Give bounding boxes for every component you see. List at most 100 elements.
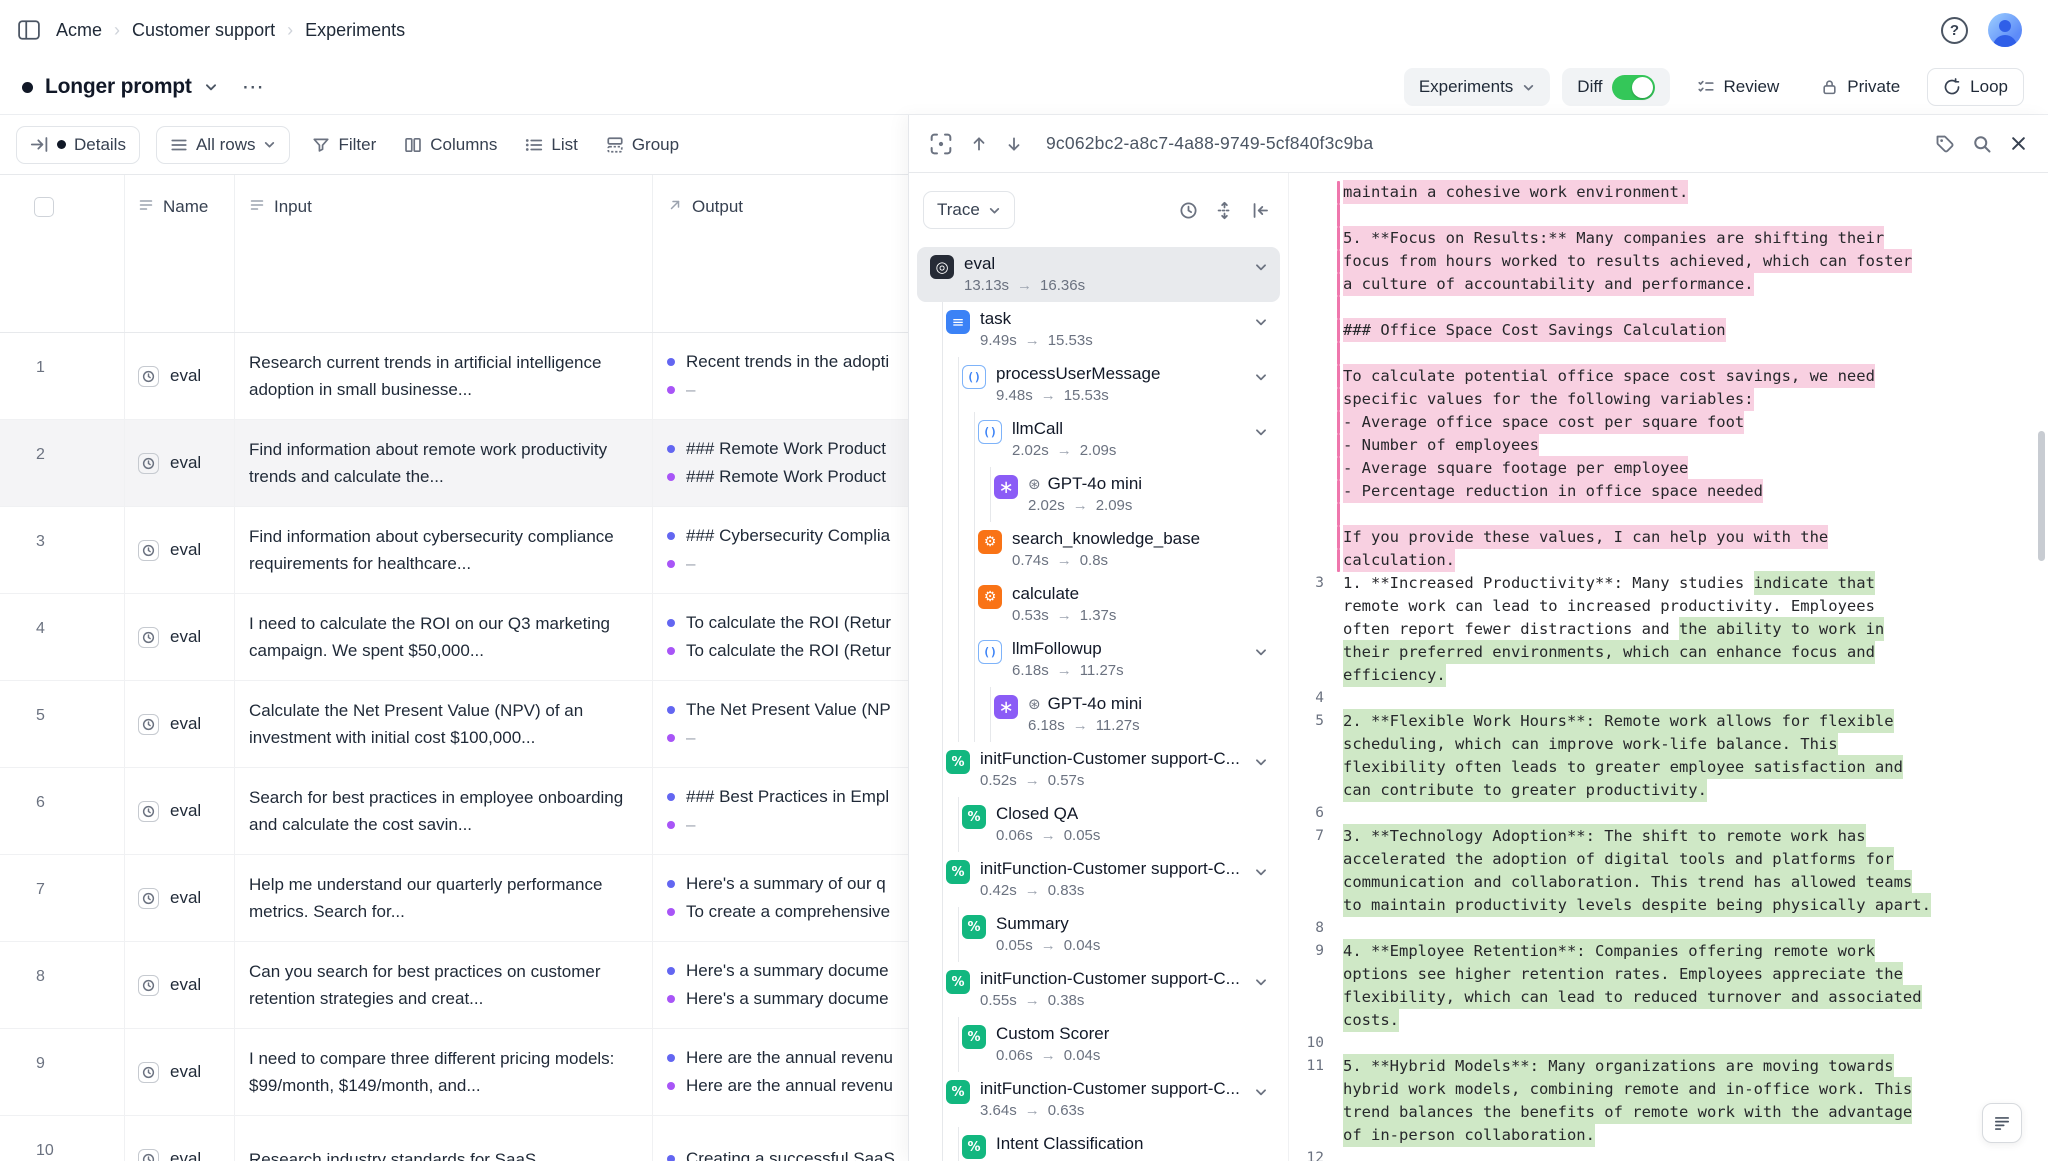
prev-row-button[interactable] <box>970 135 988 153</box>
trace-node[interactable]: ⚙ ⊛ search_knowledge_base 0.74s→0.8s <box>917 522 1280 577</box>
filter-button[interactable]: Filter <box>306 126 382 164</box>
trace-node[interactable]: % ⊛ Intent Classification → <box>917 1127 1280 1161</box>
help-button[interactable]: ? <box>1941 17 1968 44</box>
experiments-dropdown[interactable]: Experiments <box>1404 68 1550 106</box>
all-rows-dropdown[interactable]: All rows <box>156 126 291 164</box>
trace-node[interactable]: % ⊛ Closed QA 0.06s→0.05s <box>917 797 1280 852</box>
select-all-checkbox[interactable] <box>34 197 54 217</box>
breadcrumb-org[interactable]: Acme <box>56 20 102 41</box>
table-row[interactable]: 1 eval Research current trends in artifi… <box>0 333 908 420</box>
column-header-name[interactable]: Name <box>125 175 235 332</box>
diff-code: 3. **Technology Adoption**: The shift to… <box>1340 825 1866 848</box>
view-options-button[interactable] <box>1982 1103 2022 1143</box>
table-row[interactable]: 2 eval Find information about remote wor… <box>0 420 908 507</box>
chevron-down-icon[interactable] <box>1254 645 1268 659</box>
table-row[interactable]: 6 eval Search for best practices in empl… <box>0 768 908 855</box>
output-bullet <box>667 1054 675 1062</box>
chevron-down-icon[interactable] <box>204 80 218 94</box>
search-button[interactable] <box>1972 134 1992 154</box>
table-row[interactable]: 10 eval Research industry standards for … <box>0 1116 908 1161</box>
trace-node[interactable]: () ⊛ processUserMessage 9.48s→15.53s <box>917 357 1280 412</box>
line-number: 4 <box>1289 687 1337 710</box>
output-text: Here are the annual revenu <box>686 1076 893 1096</box>
trace-node[interactable]: ⚙ ⊛ calculate 0.53s→1.37s <box>917 577 1280 632</box>
tag-button[interactable] <box>1935 134 1955 154</box>
details-button[interactable]: Details <box>16 126 140 164</box>
table-row[interactable]: 5 eval Calculate the Net Present Value (… <box>0 681 908 768</box>
diff-line: 8 <box>1289 917 2048 940</box>
trace-node[interactable]: () ⊛ llmFollowup 6.18s→11.27s <box>917 632 1280 687</box>
next-row-button[interactable] <box>1005 135 1023 153</box>
more-actions-button[interactable]: ⋯ <box>242 74 264 100</box>
loop-label: Loop <box>1970 77 2008 97</box>
eval-icon <box>138 627 159 648</box>
diff-code <box>1340 503 1343 526</box>
sidebar-toggle-button[interactable] <box>18 20 40 40</box>
expand-all-button[interactable] <box>1215 201 1234 220</box>
row-number: 1 <box>0 333 125 419</box>
trace-node[interactable]: % ⊛ Summary 0.05s→0.04s <box>917 907 1280 962</box>
timing-button[interactable] <box>1179 201 1198 220</box>
table-row[interactable]: 8 eval Can you search for best practices… <box>0 942 908 1029</box>
row-name: eval <box>170 975 201 995</box>
group-button[interactable]: Group <box>600 126 685 164</box>
diff-code: calculation. <box>1340 549 1455 572</box>
row-name: eval <box>170 1062 201 1082</box>
chevron-down-icon[interactable] <box>1254 260 1268 274</box>
avatar[interactable] <box>1988 13 2022 47</box>
trace-node[interactable]: ∗ ⊛ GPT-4o mini 6.18s→11.27s <box>917 687 1280 742</box>
diff-code <box>1340 296 1343 319</box>
table-row[interactable]: 9 eval I need to compare three different… <box>0 1029 908 1116</box>
trace-node[interactable]: % ⊛ Custom Scorer 0.06s→0.04s <box>917 1017 1280 1072</box>
diff-toggle[interactable] <box>1612 75 1655 100</box>
line-number: 5 <box>1289 710 1337 733</box>
diff-line: remote work can lead to increased produc… <box>1289 595 2048 618</box>
table-row[interactable]: 3 eval Find information about cybersecur… <box>0 507 908 594</box>
collapse-all-button[interactable] <box>1251 201 1270 220</box>
scrollbar-thumb[interactable] <box>2038 431 2045 561</box>
trace-node[interactable]: % ⊛ initFunction-Customer support-C... 0… <box>917 742 1280 797</box>
breadcrumb-page[interactable]: Experiments <box>305 20 405 41</box>
output-line: – <box>667 554 890 574</box>
list-button[interactable]: List <box>519 126 583 164</box>
row-input: Can you search for best practices on cus… <box>249 958 630 1012</box>
trace-node[interactable]: % ⊛ initFunction-Customer support-C... 0… <box>917 962 1280 1017</box>
trace-node[interactable]: % ⊛ initFunction-Customer support-C... 0… <box>917 852 1280 907</box>
columns-button[interactable]: Columns <box>398 126 503 164</box>
column-header-output[interactable]: Output <box>653 175 908 332</box>
row-input: Find information about remote work produ… <box>249 436 630 490</box>
trace-node[interactable]: % ⊛ initFunction-Customer support-C... 3… <box>917 1072 1280 1127</box>
diff-line: maintain a cohesive work environment. <box>1289 181 2048 204</box>
private-button[interactable]: Private <box>1806 68 1915 106</box>
chevron-down-icon[interactable] <box>1254 975 1268 989</box>
close-panel-button[interactable] <box>2009 134 2028 153</box>
trace-node-name: GPT-4o mini <box>1048 474 1142 494</box>
trace-node[interactable]: ◎ ⊛ eval 13.13s→16.36s <box>917 247 1280 302</box>
trace-node[interactable]: ≡ ⊛ task 9.49s→15.53s <box>917 302 1280 357</box>
line-number: 12 <box>1289 1147 1337 1161</box>
line-number <box>1289 181 1337 204</box>
column-header-input[interactable]: Input <box>235 175 653 332</box>
chevron-down-icon[interactable] <box>1254 425 1268 439</box>
focus-trace-button[interactable] <box>929 132 953 156</box>
chevron-down-icon[interactable] <box>1254 755 1268 769</box>
chevron-down-icon[interactable] <box>1254 1085 1268 1099</box>
chevron-down-icon[interactable] <box>1254 865 1268 879</box>
experiment-title[interactable]: Longer prompt <box>45 75 192 99</box>
trace-node[interactable]: ∗ ⊛ GPT-4o mini 2.02s→2.09s <box>917 467 1280 522</box>
trace-view-dropdown[interactable]: Trace <box>923 191 1015 229</box>
loop-button[interactable]: Loop <box>1927 68 2024 106</box>
chevron-down-icon[interactable] <box>1254 370 1268 384</box>
review-button[interactable]: Review <box>1682 68 1795 106</box>
loop-icon <box>1943 78 1961 96</box>
output-bullet <box>667 619 675 627</box>
chevron-down-icon[interactable] <box>1254 315 1268 329</box>
table-row[interactable]: 7 eval Help me understand our quarterly … <box>0 855 908 942</box>
row-input: Calculate the Net Present Value (NPV) of… <box>249 697 630 751</box>
output-line: ### Remote Work Product <box>667 439 886 459</box>
row-input: Research industry standards for SaaS <box>249 1146 536 1161</box>
table-row[interactable]: 4 eval I need to calculate the ROI on ou… <box>0 594 908 681</box>
breadcrumb-project[interactable]: Customer support <box>132 20 275 41</box>
eval-icon <box>138 453 159 474</box>
trace-node[interactable]: () ⊛ llmCall 2.02s→2.09s <box>917 412 1280 467</box>
